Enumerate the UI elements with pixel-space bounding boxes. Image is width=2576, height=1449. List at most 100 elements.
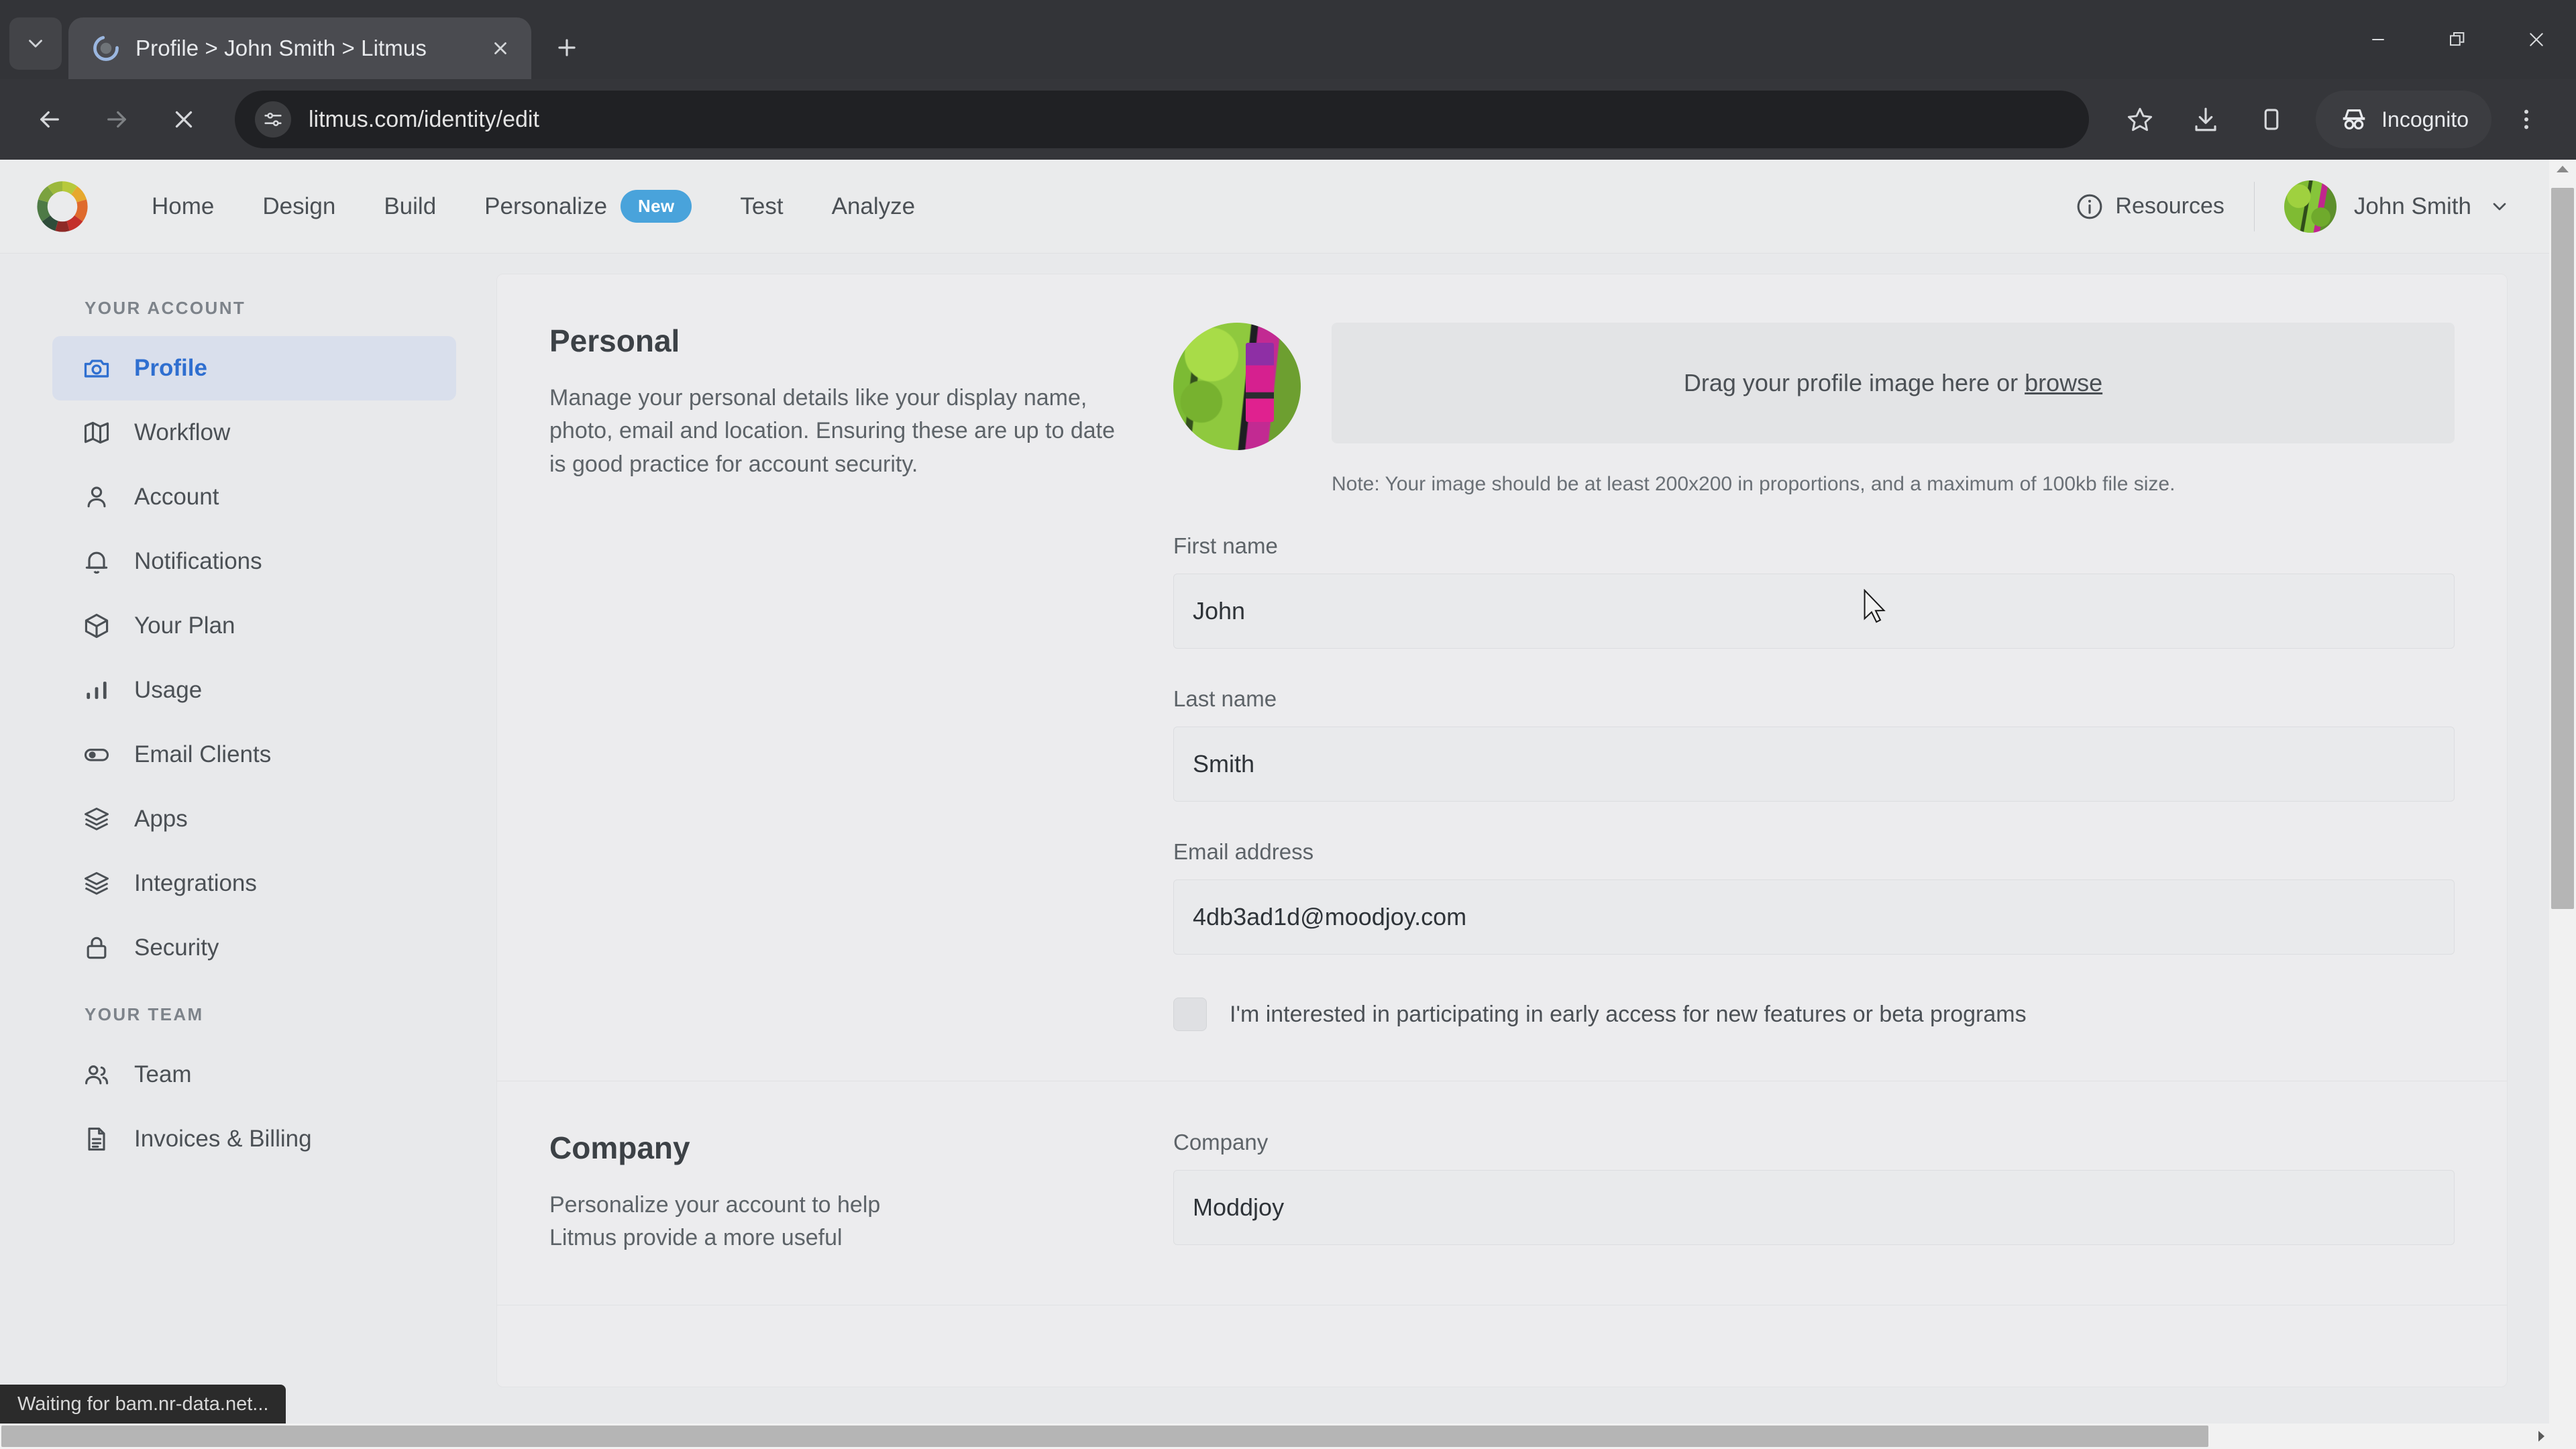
sidebar-item-label: Email Clients — [134, 741, 272, 767]
sidebar-group-team-label: YOUR TEAM — [85, 1004, 204, 1024]
nav-item-design[interactable]: Design — [238, 193, 360, 220]
profile-image-note: Note: Your image should be at least 200x… — [1332, 473, 2176, 495]
sidebar-item-account[interactable]: Account — [52, 465, 456, 529]
browser-menu-button[interactable] — [2496, 89, 2557, 150]
sidebar-item-label: Usage — [134, 677, 203, 703]
nav-item-test[interactable]: Test — [716, 193, 807, 220]
sidebar-item-apps[interactable]: Apps — [52, 787, 456, 851]
profile-photo — [1173, 323, 1301, 450]
settings-card: Personal Manage your personal details li… — [496, 274, 2508, 1387]
side-panel-button[interactable] — [2241, 89, 2302, 150]
nav-item-personalize[interactable]: Personalize New — [460, 190, 716, 223]
close-icon — [494, 42, 506, 54]
tab-strip: Profile > John Smith > Litmus — [0, 0, 2576, 79]
address-bar[interactable]: litmus.com/identity/edit — [235, 91, 2090, 148]
browser-tab[interactable]: Profile > John Smith > Litmus — [68, 17, 531, 79]
sidebar-item-security[interactable]: Security — [52, 916, 456, 980]
sidebar-item-your-plan[interactable]: Your Plan — [52, 594, 456, 658]
profile-photo-row: Drag your profile image here or browse — [1173, 323, 2455, 450]
first-name-field: First name John — [1173, 533, 2455, 649]
horizontal-scrollbar[interactable] — [0, 1424, 2549, 1449]
nav-item-build[interactable]: Build — [360, 193, 460, 220]
resources-button[interactable]: Resources — [2075, 192, 2224, 221]
back-button[interactable] — [19, 89, 80, 150]
new-tab-button[interactable] — [543, 24, 590, 71]
nav-label: Design — [262, 193, 336, 219]
page-body: YOUR ACCOUNT Profile Workflow Account No… — [0, 254, 2549, 1424]
sidebar-item-label: Notifications — [134, 548, 262, 574]
browse-link[interactable]: browse — [2025, 369, 2102, 396]
dropzone-text: Drag your profile image here or — [1683, 369, 2025, 396]
scroll-right-arrow[interactable] — [2536, 1424, 2546, 1449]
first-name-input[interactable]: John — [1173, 574, 2455, 649]
sidebar-item-email-clients[interactable]: Email Clients — [52, 722, 456, 787]
bar-chart-icon — [87, 682, 107, 699]
personal-section-info: Personal Manage your personal details li… — [549, 323, 1173, 1031]
url-text: litmus.com/identity/edit — [309, 106, 539, 132]
page-title: Personal — [549, 323, 680, 358]
company-input[interactable]: Moddjoy — [1173, 1170, 2455, 1245]
beta-program-row[interactable]: I'm interested in participating in early… — [1173, 998, 2455, 1031]
nav-label: Personalize — [484, 193, 608, 219]
company-label: Company — [1173, 1130, 1269, 1155]
app-header-right: Resources John Smith — [2075, 180, 2510, 233]
nav-label: Analyze — [831, 193, 916, 219]
downloads-button[interactable] — [2175, 89, 2237, 150]
sidebar-item-label: Integrations — [134, 870, 257, 896]
incognito-icon — [2343, 109, 2365, 130]
company-description-line2: Litmus provide a more useful — [549, 1225, 843, 1251]
page-viewport: Home Design Build Personalize New Test A… — [0, 160, 2576, 1449]
bookmark-button[interactable] — [2109, 89, 2171, 150]
personal-form: Drag your profile image here or browse N… — [1173, 323, 2455, 1031]
sidebar-item-label: Security — [134, 934, 219, 961]
minimize-button[interactable] — [2339, 0, 2418, 79]
web-page: Home Design Build Personalize New Test A… — [0, 160, 2549, 1424]
info-icon — [2077, 194, 2102, 219]
forward-button[interactable] — [86, 89, 148, 150]
site-settings-icon[interactable] — [255, 101, 291, 138]
layers-icon — [85, 871, 109, 895]
nav-label: Test — [740, 193, 784, 219]
sidebar-item-invoices-billing[interactable]: Invoices & Billing — [52, 1107, 456, 1171]
vertical-scrollbar[interactable] — [2549, 160, 2576, 1424]
last-name-label: Last name — [1173, 686, 1277, 711]
last-name-input[interactable]: Smith — [1173, 727, 2455, 802]
scroll-up-arrow[interactable] — [2549, 164, 2576, 174]
toolbar-icons: Incognito — [2109, 89, 2557, 150]
nav-item-analyze[interactable]: Analyze — [808, 193, 940, 220]
chevron-down-icon — [2493, 203, 2506, 210]
user-menu[interactable]: John Smith — [2284, 180, 2510, 233]
restore-button[interactable] — [2418, 0, 2497, 79]
sidebar-item-notifications[interactable]: Notifications — [52, 529, 456, 594]
sidebar-item-team[interactable]: Team — [52, 1042, 456, 1107]
main-nav: Home Design Build Personalize New Test A… — [127, 190, 939, 223]
horizontal-scrollbar-thumb[interactable] — [1, 1426, 2208, 1447]
beta-program-checkbox[interactable] — [1173, 998, 1207, 1031]
user-name: John Smith — [2353, 193, 2471, 219]
sidebar-item-integrations[interactable]: Integrations — [52, 851, 456, 916]
vertical-scrollbar-thumb[interactable] — [2551, 188, 2574, 909]
window-controls — [2339, 0, 2576, 79]
nav-item-home[interactable]: Home — [127, 193, 238, 220]
close-window-button[interactable] — [2497, 0, 2576, 79]
bell-icon — [85, 551, 108, 574]
tab-close-button[interactable] — [482, 30, 519, 67]
stop-loading-button[interactable] — [153, 89, 215, 150]
close-icon — [2530, 33, 2543, 46]
profile-image-dropzone[interactable]: Drag your profile image here or browse — [1332, 323, 2455, 443]
nav-label: Build — [384, 193, 437, 219]
user-icon — [87, 486, 106, 508]
litmus-logo-icon[interactable] — [35, 179, 90, 234]
dropzone-label: Drag your profile image here or browse — [1684, 369, 2102, 397]
sidebar-item-label: Profile — [134, 355, 207, 381]
sidebar-group-account-label: YOUR ACCOUNT — [85, 298, 246, 318]
arrow-left-icon — [40, 111, 59, 128]
sidebar-item-label: Account — [134, 484, 219, 510]
sidebar-item-usage[interactable]: Usage — [52, 658, 456, 722]
sidebar-item-workflow[interactable]: Workflow — [52, 400, 456, 465]
sidebar-item-profile[interactable]: Profile — [52, 336, 456, 400]
email-input[interactable]: 4db3ad1d@moodjoy.com — [1173, 879, 2455, 955]
layers-icon — [85, 807, 109, 830]
tab-search-button[interactable] — [9, 17, 62, 70]
incognito-indicator[interactable]: Incognito — [2316, 91, 2491, 148]
